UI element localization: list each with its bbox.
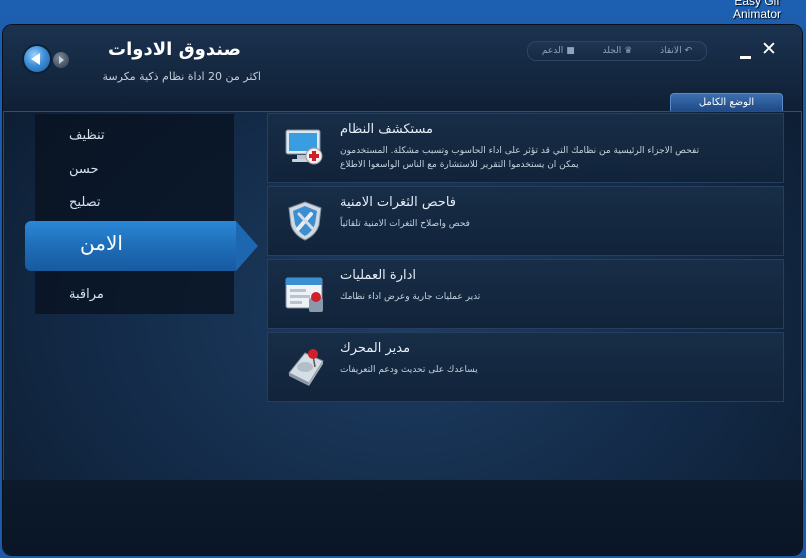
tool-name: مدير المحرك: [340, 341, 411, 356]
sidebar-item-label: تنظيف: [69, 128, 105, 143]
full-mode-tab[interactable]: الوضع الكامل: [670, 93, 783, 111]
forward-arrow-icon[interactable]: [53, 52, 69, 68]
app-subtitle: اكثر من 20 اداة نظام ذكية مكرسة: [102, 70, 261, 83]
bottom-band: [3, 480, 802, 555]
sidebar-item-label: مراقبة: [69, 287, 104, 302]
tool-desc: فحص واصلاح الثغرات الامنية تلقائياً: [340, 219, 470, 229]
tool-driver-manager[interactable]: مدير المحرك يساعدك على تحديث ودعم التعري…: [267, 332, 784, 402]
support-label: الدعم: [541, 46, 564, 56]
back-arrow-icon[interactable]: [24, 46, 50, 72]
rescue-icon: ↶: [684, 46, 693, 56]
sidebar-item-label: تصليح: [69, 195, 101, 210]
toolbox-window: صندوق الادوات اكثر من 20 اداة نظام ذكية …: [3, 25, 802, 555]
disk-drive-icon: [283, 345, 327, 389]
tool-process-manager[interactable]: ادارة العمليات تدير عمليات جارية وعرض اد…: [267, 259, 784, 329]
support-icon: ■: [566, 46, 575, 56]
tool-system-explorer[interactable]: مستكشف النظام تفحص الاجزاء الرئيسية من ن…: [267, 113, 784, 183]
skin-icon: ♛: [624, 46, 633, 56]
desktop-shortcut-label[interactable]: Easy Gif Animator: [722, 0, 792, 21]
close-icon[interactable]: ✕: [761, 38, 777, 60]
skin-label: الجلد: [602, 46, 622, 56]
title-bar: صندوق الادوات اكثر من 20 اداة نظام ذكية …: [3, 25, 802, 112]
sidebar-item-label: حسن: [69, 162, 99, 177]
minimize-icon[interactable]: [740, 45, 752, 59]
tool-desc: تفحص الاجزاء الرئيسية من نظامك التي قد ت…: [340, 146, 700, 170]
sidebar-item-label: الامن: [80, 231, 123, 255]
tool-name: ادارة العمليات: [340, 268, 417, 283]
tool-desc: يساعدك على تحديث ودعم التعريفات: [340, 365, 478, 375]
tool-name: فاحص الثغرات الامنية: [340, 195, 456, 210]
monitor-icon: [283, 126, 327, 170]
process-window-icon: [283, 272, 327, 316]
tool-desc: تدير عمليات جارية وعرض اداء نظامك: [340, 292, 481, 302]
rescue-link[interactable]: ↶ الانقاذ: [660, 46, 692, 56]
sidebar-item-security[interactable]: الامن: [25, 221, 258, 271]
rescue-label: الانقاذ: [660, 46, 682, 56]
tool-vulnerability-scanner[interactable]: فاحص الثغرات الامنية فحص واصلاح الثغرات …: [267, 186, 784, 256]
support-link[interactable]: ■ الدعم: [542, 46, 575, 56]
skin-link[interactable]: ♛ الجلد: [603, 46, 633, 56]
category-sidebar: تنظيف حسن تصليح مراقبة: [35, 114, 234, 314]
top-links: ■ الدعم ♛ الجلد ↶ الانقاذ: [527, 41, 707, 61]
shield-icon: [283, 199, 327, 243]
desktop-label-line2: Animator: [732, 7, 782, 21]
tool-name: مستكشف النظام: [340, 122, 434, 137]
app-title: صندوق الادوات: [108, 39, 241, 60]
